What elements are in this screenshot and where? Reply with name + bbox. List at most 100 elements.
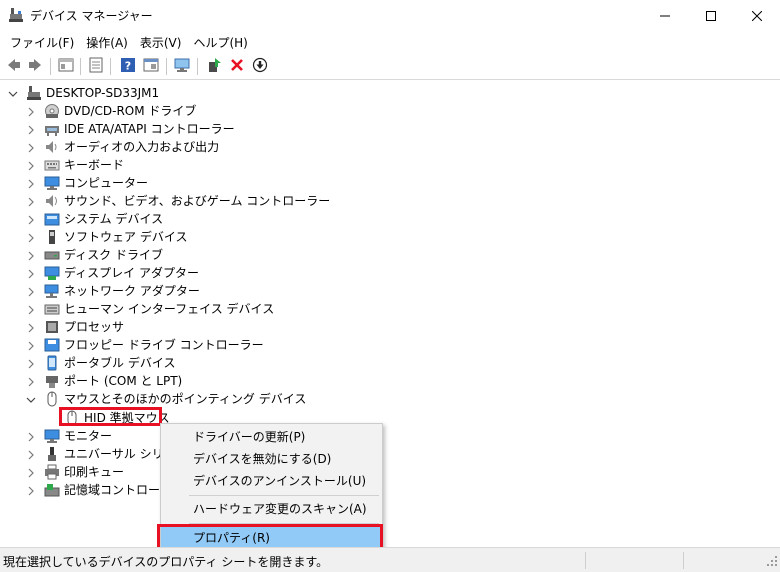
ctx-scan-hardware[interactable]: ハードウェア変更のスキャン(A) bbox=[161, 498, 382, 520]
tree-category-label: サウンド、ビデオ、およびゲーム コントローラー bbox=[64, 194, 331, 208]
back-icon bbox=[6, 57, 22, 76]
toolbar-separator bbox=[110, 58, 111, 75]
floppy-controller-icon bbox=[44, 337, 60, 353]
tree-category-label: プロセッサ bbox=[64, 320, 125, 334]
computer-icon bbox=[44, 175, 60, 191]
toolbar-separator bbox=[80, 58, 81, 75]
expand-chevron-icon[interactable] bbox=[26, 467, 36, 478]
window-title: デバイス マネージャー bbox=[30, 9, 153, 23]
expand-chevron-icon[interactable] bbox=[26, 268, 36, 279]
expand-chevron-icon[interactable] bbox=[26, 250, 36, 261]
expand-chevron-icon[interactable] bbox=[26, 358, 36, 369]
expand-chevron-icon[interactable] bbox=[26, 485, 36, 496]
toolbar-separator bbox=[166, 58, 167, 75]
software-device-icon bbox=[44, 229, 60, 245]
expand-chevron-icon[interactable] bbox=[26, 160, 36, 171]
tree-category-label: キーボード bbox=[64, 158, 125, 172]
mouse-category-icon bbox=[44, 391, 60, 407]
show-hide-tree-icon bbox=[58, 57, 74, 76]
tree-category-label: フロッピー ドライブ コントローラー bbox=[64, 338, 264, 352]
tree-category-label: ヒューマン インターフェイス デバイス bbox=[64, 302, 275, 316]
network-adapter-icon bbox=[44, 283, 60, 299]
expand-chevron-icon[interactable] bbox=[26, 304, 36, 315]
expand-chevron-icon[interactable] bbox=[26, 232, 36, 243]
expand-chevron-icon[interactable] bbox=[26, 286, 36, 297]
status-divider bbox=[585, 552, 586, 569]
back-button[interactable] bbox=[4, 56, 24, 76]
expand-chevron-icon[interactable] bbox=[26, 106, 36, 117]
menu-view[interactable]: 表示(V) bbox=[134, 32, 188, 53]
toolbar-separator bbox=[50, 58, 51, 75]
properties-icon bbox=[88, 57, 104, 76]
expand-chevron-icon[interactable] bbox=[26, 196, 36, 207]
display-adapter-icon bbox=[44, 265, 60, 281]
minimize-button[interactable] bbox=[642, 0, 688, 31]
close-button[interactable] bbox=[734, 0, 780, 31]
ctx-separator bbox=[189, 495, 379, 496]
ctx-disable-device[interactable]: デバイスを無効にする(D) bbox=[161, 448, 382, 470]
device-tree: DESKTOP-SD33JM1 DVD/CD-ROM ドライブ IDE ATA/A… bbox=[0, 81, 780, 547]
resize-grip-icon[interactable] bbox=[766, 555, 778, 570]
menu-action[interactable]: 操作(A) bbox=[80, 32, 134, 53]
tree-category-label: コンピューター bbox=[64, 176, 149, 190]
collapse-chevron-icon[interactable] bbox=[26, 394, 36, 404]
expand-chevron-icon[interactable] bbox=[26, 214, 36, 225]
expand-chevron-icon[interactable] bbox=[26, 178, 36, 189]
minimize-icon bbox=[660, 11, 670, 21]
collapse-chevron-icon[interactable] bbox=[8, 88, 18, 98]
storage-controller-icon bbox=[44, 482, 60, 498]
close-icon bbox=[752, 10, 762, 21]
status-divider bbox=[683, 552, 684, 569]
tree-category-label: モニター bbox=[64, 429, 113, 443]
expand-chevron-icon[interactable] bbox=[26, 322, 36, 333]
tree-category-label: システム デバイス bbox=[64, 212, 164, 226]
help-button[interactable]: ? bbox=[118, 56, 138, 76]
scan-hardware-button[interactable] bbox=[172, 56, 192, 76]
portable-device-icon bbox=[44, 355, 60, 371]
keyboard-icon bbox=[44, 157, 60, 173]
disable-button[interactable] bbox=[250, 56, 270, 76]
forward-icon bbox=[27, 57, 43, 76]
status-bar: 現在選択しているデバイスのプロパティ シートを開きます。 bbox=[0, 547, 780, 572]
computer-root-icon bbox=[26, 85, 42, 101]
ctx-uninstall-device[interactable]: デバイスのアンインストール(U) bbox=[161, 470, 382, 492]
show-hidden-button[interactable] bbox=[141, 56, 161, 76]
maximize-button[interactable] bbox=[688, 0, 734, 31]
scan-hardware-icon bbox=[174, 57, 190, 76]
monitor-icon bbox=[44, 428, 60, 444]
expand-chevron-icon[interactable] bbox=[26, 340, 36, 351]
sound-icon bbox=[44, 193, 60, 209]
forward-button[interactable] bbox=[25, 56, 45, 76]
uninstall-button[interactable] bbox=[227, 56, 247, 76]
tree-category-label: オーディオの入力および出力 bbox=[64, 140, 220, 154]
tree-category-label: IDE ATA/ATAPI コントローラー bbox=[64, 122, 235, 136]
tree-category-label: マウスとそのほかのポインティング デバイス bbox=[64, 392, 307, 406]
disable-icon bbox=[252, 57, 268, 76]
tree-category-label: ネットワーク アダプター bbox=[64, 284, 200, 298]
toolbar-separator bbox=[197, 58, 198, 75]
toolbar: ? bbox=[0, 53, 780, 80]
device-manager-app-icon bbox=[8, 7, 24, 23]
status-text: 現在選択しているデバイスのプロパティ シートを開きます。 bbox=[3, 555, 329, 569]
properties-button[interactable] bbox=[86, 56, 106, 76]
usb-icon bbox=[44, 446, 60, 462]
maximize-icon bbox=[706, 10, 716, 21]
menu-file[interactable]: ファイル(F) bbox=[4, 32, 80, 53]
help-icon: ? bbox=[120, 57, 136, 76]
ctx-update-driver[interactable]: ドライバーの更新(P) bbox=[161, 426, 382, 448]
show-hide-tree-button[interactable] bbox=[56, 56, 76, 76]
expand-chevron-icon[interactable] bbox=[26, 431, 36, 442]
expand-chevron-icon[interactable] bbox=[26, 449, 36, 460]
expand-chevron-icon[interactable] bbox=[26, 376, 36, 387]
tree-category-label: 印刷キュー bbox=[64, 465, 125, 479]
uninstall-icon bbox=[229, 57, 245, 76]
update-driver-button[interactable] bbox=[204, 56, 224, 76]
expand-chevron-icon[interactable] bbox=[26, 142, 36, 153]
tree-category-label: ディスク ドライブ bbox=[64, 248, 163, 262]
title-bar: デバイス マネージャー bbox=[0, 0, 780, 31]
speaker-icon bbox=[44, 139, 60, 155]
menu-help[interactable]: ヘルプ(H) bbox=[187, 32, 253, 53]
expand-chevron-icon[interactable] bbox=[26, 124, 36, 135]
system-device-icon bbox=[44, 211, 60, 227]
svg-text:?: ? bbox=[125, 59, 131, 72]
